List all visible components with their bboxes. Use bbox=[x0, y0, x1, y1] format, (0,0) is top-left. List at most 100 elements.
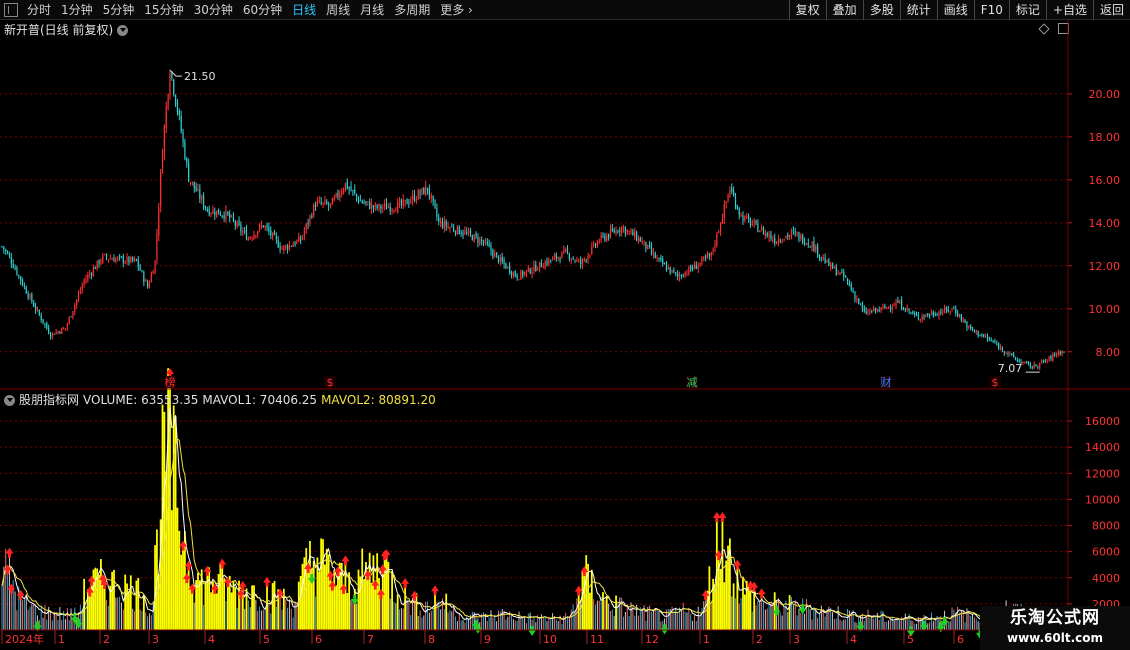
candle-body bbox=[120, 256, 123, 258]
chart-title-row: 新开普(日线 前复权) bbox=[4, 22, 129, 38]
volume-bar bbox=[488, 617, 490, 630]
volume-bar bbox=[185, 581, 188, 630]
candle-body bbox=[792, 230, 794, 232]
time-tick-label: 2 bbox=[756, 633, 763, 646]
toolbar-button[interactable]: 返回 bbox=[1092, 0, 1130, 20]
volume-bar bbox=[427, 601, 429, 630]
volume-bar bbox=[902, 618, 904, 630]
toolbar-button[interactable]: 叠加 bbox=[825, 0, 863, 20]
candle-body bbox=[193, 181, 195, 188]
toolbar-button[interactable]: 画线 bbox=[936, 0, 974, 20]
candle-body bbox=[503, 260, 505, 265]
main-chart[interactable]: 20.0018.0016.0014.0012.0010.008.00160001… bbox=[0, 0, 1130, 650]
volume-bar bbox=[783, 607, 785, 630]
candle-body bbox=[632, 230, 634, 236]
buy-arrow-icon bbox=[718, 512, 727, 523]
diamond-icon[interactable] bbox=[1038, 23, 1050, 35]
volume-bar bbox=[636, 604, 638, 630]
candle-body bbox=[964, 320, 966, 323]
volume-bar bbox=[221, 566, 224, 630]
volume-bar bbox=[945, 619, 947, 630]
candle-body bbox=[781, 241, 783, 243]
volume-bar bbox=[204, 581, 207, 630]
candle-body bbox=[251, 237, 253, 239]
volume-bar bbox=[514, 620, 516, 630]
period-tab[interactable]: 15分钟 bbox=[139, 0, 188, 20]
period-tab[interactable]: 更多 › bbox=[435, 0, 478, 20]
candle-body bbox=[940, 311, 942, 313]
toolbar-button[interactable]: 统计 bbox=[899, 0, 937, 20]
candle-body bbox=[755, 220, 757, 223]
sell-arrow-icon bbox=[920, 620, 929, 631]
volume-bar bbox=[916, 623, 918, 630]
candle-body bbox=[551, 257, 554, 261]
volume-bar bbox=[327, 554, 330, 630]
candle-body bbox=[64, 328, 67, 330]
candle-body bbox=[169, 74, 171, 96]
candle-body bbox=[740, 214, 742, 217]
buy-arrow-icon bbox=[210, 583, 219, 594]
toolbar-button[interactable]: 标记 bbox=[1008, 0, 1046, 20]
volume-bar bbox=[210, 592, 212, 630]
volume-bar bbox=[729, 538, 731, 630]
volume-bar bbox=[525, 623, 527, 630]
volume-bar bbox=[539, 618, 541, 630]
period-tab[interactable]: 多周期 bbox=[389, 0, 435, 20]
candle-body bbox=[14, 267, 16, 270]
toolbar-button[interactable]: 复权 bbox=[788, 0, 826, 20]
candle-body bbox=[848, 282, 850, 286]
volume-bar bbox=[721, 520, 724, 630]
candle-body bbox=[1052, 354, 1054, 361]
candle-body bbox=[927, 313, 929, 316]
period-tab[interactable]: 日线 bbox=[287, 0, 321, 20]
candle-body bbox=[145, 280, 147, 282]
candle-body bbox=[21, 279, 24, 286]
volume-bar bbox=[690, 613, 692, 630]
candle-body bbox=[128, 256, 130, 263]
candle-body bbox=[49, 334, 52, 338]
volume-tick-label: 14000 bbox=[1085, 441, 1120, 454]
volume-bar bbox=[203, 604, 205, 630]
period-tab[interactable]: 月线 bbox=[355, 0, 389, 20]
candle-body bbox=[925, 314, 927, 317]
candle-body bbox=[279, 246, 281, 250]
period-tab[interactable]: 周线 bbox=[321, 0, 355, 20]
toolbar-button[interactable]: +自选 bbox=[1045, 0, 1093, 20]
volume-bar bbox=[169, 376, 171, 630]
candle-body bbox=[55, 331, 57, 335]
chart-menu-icon[interactable] bbox=[117, 24, 129, 36]
candle-body bbox=[288, 244, 291, 250]
period-tab[interactable]: 30分钟 bbox=[189, 0, 238, 20]
candle-body bbox=[389, 206, 391, 212]
volume-bar bbox=[835, 618, 837, 630]
period-tab[interactable]: 5分钟 bbox=[98, 0, 140, 20]
volume-bar bbox=[565, 612, 567, 630]
volume-bar bbox=[576, 598, 578, 630]
price-tick-label: 12.00 bbox=[1089, 260, 1121, 273]
candle-body bbox=[66, 323, 68, 328]
volume-bar bbox=[731, 596, 733, 630]
period-tab[interactable]: 分时 bbox=[22, 0, 56, 20]
candle-body bbox=[1014, 357, 1017, 360]
indicator-menu-icon[interactable] bbox=[4, 394, 15, 406]
volume-bar bbox=[44, 604, 46, 630]
volume-bar bbox=[240, 596, 242, 630]
volume-bar bbox=[430, 610, 432, 630]
toolbar-button[interactable]: 多股 bbox=[862, 0, 900, 20]
candle-body bbox=[100, 261, 102, 264]
buy-arrow-icon bbox=[236, 588, 245, 599]
period-tab[interactable]: 1分钟 bbox=[56, 0, 98, 20]
volume-bar bbox=[860, 615, 862, 630]
candle-body bbox=[229, 213, 231, 219]
toolbar-button[interactable]: F10 bbox=[973, 0, 1009, 20]
period-tab[interactable]: 60分钟 bbox=[238, 0, 287, 20]
candle-body bbox=[25, 287, 27, 294]
volume-tick-label: 12000 bbox=[1085, 467, 1120, 480]
window-toggle-icon[interactable] bbox=[1058, 23, 1069, 34]
time-tick-label: 6 bbox=[957, 633, 964, 646]
candle-body bbox=[675, 272, 677, 274]
layout-toggle-icon[interactable] bbox=[4, 2, 18, 17]
candle-body bbox=[1037, 366, 1039, 368]
volume-bar bbox=[191, 591, 194, 630]
candle-body bbox=[622, 227, 625, 229]
